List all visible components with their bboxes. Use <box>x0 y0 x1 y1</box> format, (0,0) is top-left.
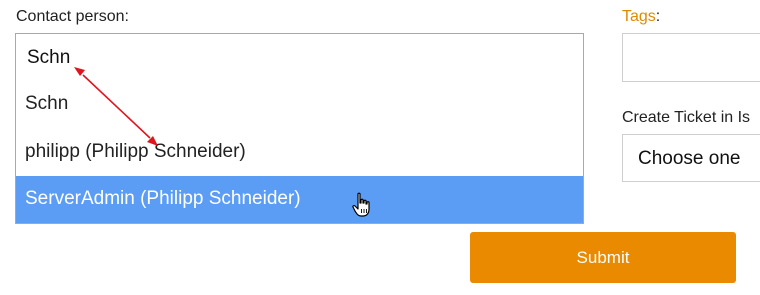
tags-label: Tags: <box>622 7 660 27</box>
contact-person-input[interactable] <box>15 33 584 82</box>
create-ticket-select[interactable]: Choose one <box>622 134 760 182</box>
contact-suggestion-list: Schn philipp (Philipp Schneider) ServerA… <box>15 81 584 224</box>
tags-label-colon: : <box>655 8 661 25</box>
create-ticket-select-value: Choose one <box>638 148 741 169</box>
suggestion-item[interactable]: Schn <box>16 81 583 128</box>
suggestion-item-highlighted[interactable]: ServerAdmin (Philipp Schneider) <box>16 176 583 223</box>
contact-person-label: Contact person: <box>16 8 129 25</box>
tags-label-text: Tags <box>622 8 656 25</box>
tags-input[interactable] <box>622 33 760 82</box>
hand-pointer-icon <box>352 192 370 217</box>
submit-button[interactable]: Submit <box>470 232 736 283</box>
create-ticket-label: Create Ticket in Is <box>622 109 751 126</box>
suggestion-item[interactable]: philipp (Philipp Schneider) <box>16 128 583 175</box>
